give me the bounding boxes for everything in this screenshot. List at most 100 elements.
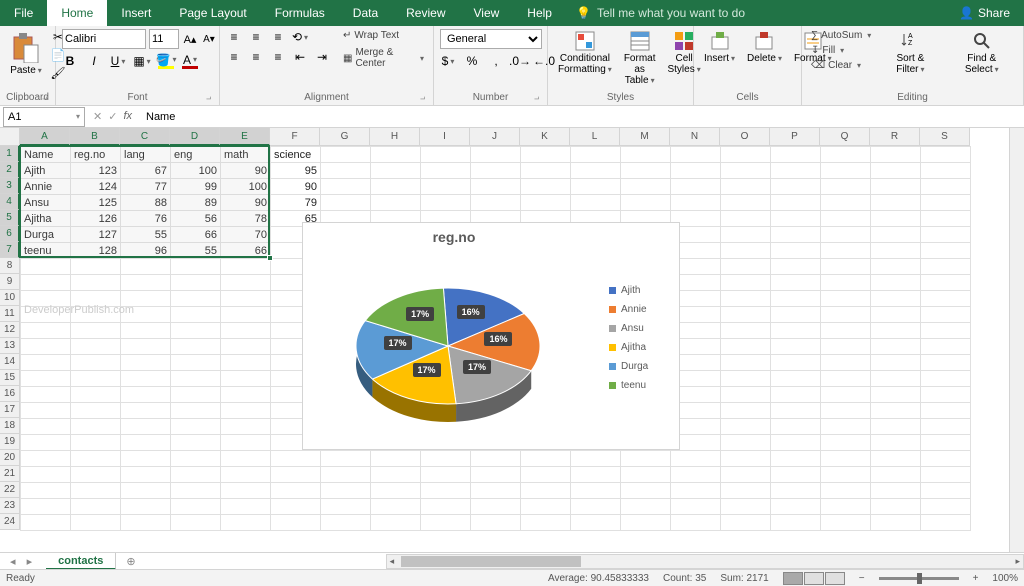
autosum-button[interactable]: ∑AutoSum [808, 29, 874, 42]
column-header-S[interactable]: S [920, 128, 970, 146]
cell-S3[interactable] [921, 179, 971, 195]
select-all-corner[interactable] [0, 128, 20, 146]
cell-G24[interactable] [321, 515, 371, 531]
cell-P14[interactable] [771, 355, 821, 371]
cell-K23[interactable] [521, 499, 571, 515]
cell-B9[interactable] [71, 275, 121, 291]
cell-S17[interactable] [921, 403, 971, 419]
cell-O2[interactable] [721, 163, 771, 179]
cell-S14[interactable] [921, 355, 971, 371]
cell-O17[interactable] [721, 403, 771, 419]
align-bottom-icon[interactable]: ≡ [270, 29, 286, 45]
insert-tab[interactable]: Insert [107, 0, 165, 26]
cell-M23[interactable] [621, 499, 671, 515]
cell-B5[interactable]: 126 [71, 211, 121, 227]
cell-C16[interactable] [121, 387, 171, 403]
cell-A1[interactable]: Name [21, 147, 71, 163]
cell-G20[interactable] [321, 451, 371, 467]
cell-L24[interactable] [571, 515, 621, 531]
cell-S24[interactable] [921, 515, 971, 531]
cancel-formula-icon[interactable]: ✕ [93, 110, 102, 123]
cell-O3[interactable] [721, 179, 771, 195]
column-header-M[interactable]: M [620, 128, 670, 146]
fx-icon[interactable]: fx [123, 110, 132, 123]
cell-C1[interactable]: lang [121, 147, 171, 163]
cell-Q11[interactable] [821, 307, 871, 323]
cell-R15[interactable] [871, 371, 921, 387]
percent-format-icon[interactable]: % [464, 53, 480, 69]
cell-S4[interactable] [921, 195, 971, 211]
cell-B1[interactable]: reg.no [71, 147, 121, 163]
cell-O24[interactable] [721, 515, 771, 531]
cell-B8[interactable] [71, 259, 121, 275]
cell-G22[interactable] [321, 483, 371, 499]
zoom-out-button[interactable]: − [859, 573, 865, 584]
page-break-view-button[interactable] [825, 572, 845, 585]
cell-C12[interactable] [121, 323, 171, 339]
cell-O22[interactable] [721, 483, 771, 499]
cell-O18[interactable] [721, 419, 771, 435]
row-header-5[interactable]: 5 [0, 210, 20, 226]
cell-F1[interactable]: science [271, 147, 321, 163]
tell-me-search[interactable]: 💡 Tell me what you want to do [566, 6, 745, 20]
cell-Q14[interactable] [821, 355, 871, 371]
cell-P8[interactable] [771, 259, 821, 275]
cell-J23[interactable] [471, 499, 521, 515]
cell-R6[interactable] [871, 227, 921, 243]
review-tab[interactable]: Review [392, 0, 459, 26]
cell-R9[interactable] [871, 275, 921, 291]
fill-button[interactable]: ↧Fill [808, 44, 874, 57]
row-header-9[interactable]: 9 [0, 274, 20, 290]
horizontal-scrollbar[interactable]: ◂▸ [386, 554, 1024, 569]
cell-I24[interactable] [421, 515, 471, 531]
cell-A11[interactable] [21, 307, 71, 323]
column-header-H[interactable]: H [370, 128, 420, 146]
cell-I3[interactable] [421, 179, 471, 195]
cell-R10[interactable] [871, 291, 921, 307]
cell-D11[interactable] [171, 307, 221, 323]
accept-formula-icon[interactable]: ✓ [108, 110, 117, 123]
column-header-L[interactable]: L [570, 128, 620, 146]
increase-decimal-icon[interactable]: .0→ [512, 53, 528, 69]
cell-C17[interactable] [121, 403, 171, 419]
cell-E24[interactable] [221, 515, 271, 531]
cell-D10[interactable] [171, 291, 221, 307]
cell-J22[interactable] [471, 483, 521, 499]
cell-P17[interactable] [771, 403, 821, 419]
vertical-scrollbar[interactable] [1009, 128, 1024, 552]
cell-R24[interactable] [871, 515, 921, 531]
cell-O4[interactable] [721, 195, 771, 211]
row-header-23[interactable]: 23 [0, 498, 20, 514]
cell-L22[interactable] [571, 483, 621, 499]
cell-A4[interactable]: Ansu [21, 195, 71, 211]
cell-A17[interactable] [21, 403, 71, 419]
cell-K22[interactable] [521, 483, 571, 499]
column-header-C[interactable]: C [120, 128, 170, 146]
row-header-20[interactable]: 20 [0, 450, 20, 466]
cell-C15[interactable] [121, 371, 171, 387]
cell-H24[interactable] [371, 515, 421, 531]
cell-B23[interactable] [71, 499, 121, 515]
cell-D19[interactable] [171, 435, 221, 451]
cell-C13[interactable] [121, 339, 171, 355]
column-header-N[interactable]: N [670, 128, 720, 146]
cell-D3[interactable]: 99 [171, 179, 221, 195]
cell-N3[interactable] [671, 179, 721, 195]
cell-R20[interactable] [871, 451, 921, 467]
name-box[interactable]: A1▾ [3, 107, 85, 127]
cell-O6[interactable] [721, 227, 771, 243]
cell-C14[interactable] [121, 355, 171, 371]
cell-D7[interactable]: 55 [171, 243, 221, 259]
share-button[interactable]: 👤 Share [945, 6, 1024, 20]
cell-A9[interactable] [21, 275, 71, 291]
clear-button[interactable]: ⌫Clear [808, 59, 874, 72]
column-header-Q[interactable]: Q [820, 128, 870, 146]
cell-J20[interactable] [471, 451, 521, 467]
fill-color-button[interactable]: 🪣 [158, 53, 174, 69]
row-header-2[interactable]: 2 [0, 162, 20, 178]
cell-B11[interactable] [71, 307, 121, 323]
align-center-icon[interactable]: ≡ [248, 49, 264, 65]
cell-O21[interactable] [721, 467, 771, 483]
cell-Q1[interactable] [821, 147, 871, 163]
cell-C4[interactable]: 88 [121, 195, 171, 211]
